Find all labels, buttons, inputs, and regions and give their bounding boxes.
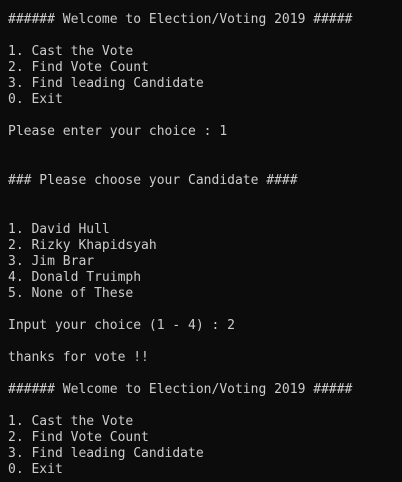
menu-item-cast-vote: 1. Cast the Vote <box>8 44 134 59</box>
welcome-banner: ###### Welcome to Election/Voting 2019 #… <box>8 12 353 27</box>
menu-item-exit: 0. Exit <box>8 92 63 107</box>
choice-prompt: Please enter your choice : 1 <box>8 124 228 139</box>
menu-item-exit: 0. Exit <box>8 462 63 477</box>
menu-item-find-count: 2. Find Vote Count <box>8 60 149 75</box>
thanks-message: thanks for vote !! <box>8 350 149 365</box>
menu-item-cast-vote: 1. Cast the Vote <box>8 414 134 429</box>
menu-item-find-leading: 3. Find leading Candidate <box>8 446 204 461</box>
welcome-banner: ###### Welcome to Election/Voting 2019 #… <box>8 382 353 397</box>
console-window[interactable]: ###### Welcome to Election/Voting 2019 #… <box>0 0 402 482</box>
vote-prompt: Input your choice (1 - 4) : 2 <box>8 318 235 333</box>
candidate-item: 1. David Hull <box>8 222 110 237</box>
candidate-item: 5. None of These <box>8 286 134 301</box>
candidate-item: 2. Rizky Khapidsyah <box>8 238 157 253</box>
menu-item-find-leading: 3. Find leading Candidate <box>8 76 204 91</box>
candidate-item: 3. Jim Brar <box>8 254 95 269</box>
candidate-item: 4. Donald Truimph <box>8 270 142 285</box>
menu-item-find-count: 2. Find Vote Count <box>8 430 149 445</box>
candidate-header: ### Please choose your Candidate #### <box>8 173 298 188</box>
